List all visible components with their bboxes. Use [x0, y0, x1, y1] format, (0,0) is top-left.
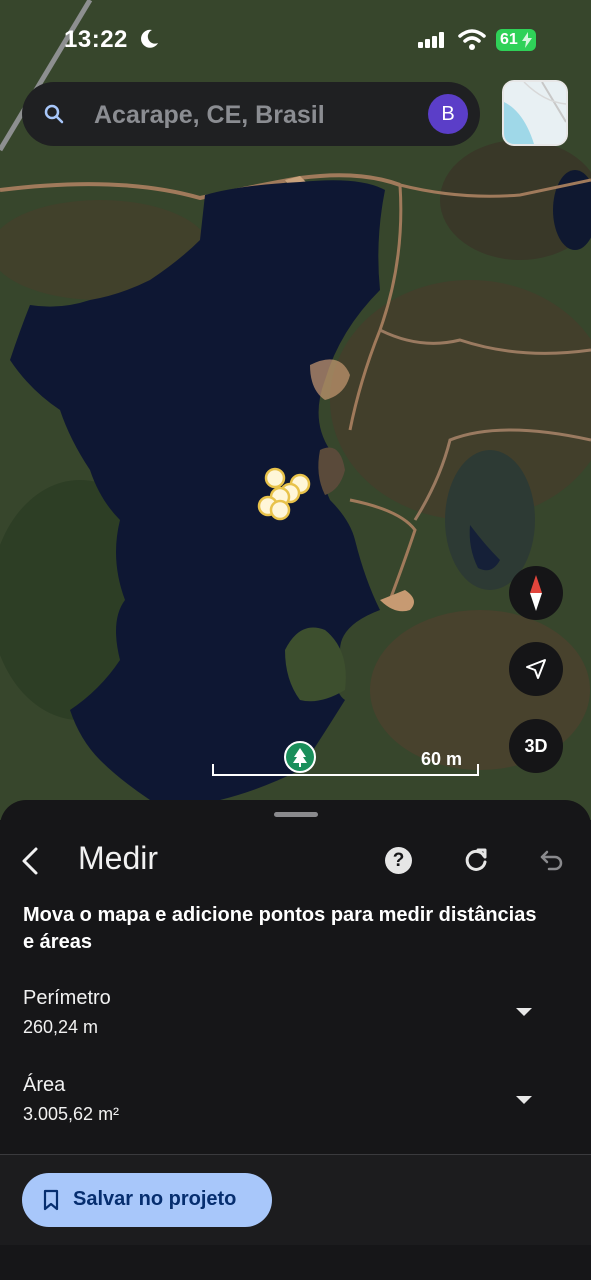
satellite-map[interactable]: 13:22 61 Acarape, CE, Brasil B 3D 60 m	[0, 0, 591, 820]
search-input[interactable]: Acarape, CE, Brasil	[94, 101, 325, 130]
search-icon	[44, 104, 64, 124]
save-to-project-button[interactable]: Salvar no projeto	[22, 1173, 272, 1227]
search-bar[interactable]: Acarape, CE, Brasil B	[22, 82, 480, 146]
wifi-icon	[458, 29, 486, 50]
area-dropdown-icon[interactable]	[516, 1096, 532, 1104]
navigation-arrow-icon	[526, 659, 546, 679]
save-button-label: Salvar no projeto	[73, 1188, 237, 1210]
charging-bolt-icon	[522, 32, 532, 48]
3d-view-button[interactable]: 3D	[509, 719, 563, 773]
my-location-button[interactable]	[509, 642, 563, 696]
bookmark-icon	[43, 1189, 59, 1211]
avatar[interactable]: B	[428, 94, 468, 134]
help-icon[interactable]: ?	[385, 847, 412, 874]
undo-icon[interactable]	[539, 848, 565, 872]
compass-button[interactable]	[509, 566, 563, 620]
drag-handle[interactable]	[274, 812, 318, 817]
map-layers-button[interactable]	[504, 82, 566, 144]
battery-indicator: 61	[496, 29, 536, 51]
compass-icon	[530, 575, 542, 611]
sheet-footer: Salvar no projeto	[0, 1155, 591, 1245]
measure-instructions: Mova o mapa e adicione pontos para medir…	[23, 904, 537, 953]
status-time: 13:22	[64, 26, 128, 53]
area-label: Área	[23, 1074, 66, 1096]
perimeter-label: Perímetro	[23, 987, 111, 1009]
area-value: 3.005,62 m²	[23, 1104, 120, 1124]
measure-sheet: Medir ? Mova o mapa e adicione pontos pa…	[0, 800, 591, 1280]
battery-level: 61	[500, 31, 518, 48]
page-title: Medir	[78, 840, 159, 876]
status-bar: 13:22 61	[0, 0, 591, 80]
cellular-signal-icon	[418, 32, 444, 48]
refresh-icon[interactable]	[462, 846, 490, 874]
perimeter-value: 260,24 m	[23, 1017, 99, 1037]
moon-icon	[141, 29, 158, 48]
back-arrow-icon[interactable]	[18, 846, 44, 876]
scale-label: 60 m	[421, 749, 463, 769]
map-thumbnail-icon	[504, 82, 566, 144]
perimeter-dropdown-icon[interactable]	[516, 1008, 532, 1016]
